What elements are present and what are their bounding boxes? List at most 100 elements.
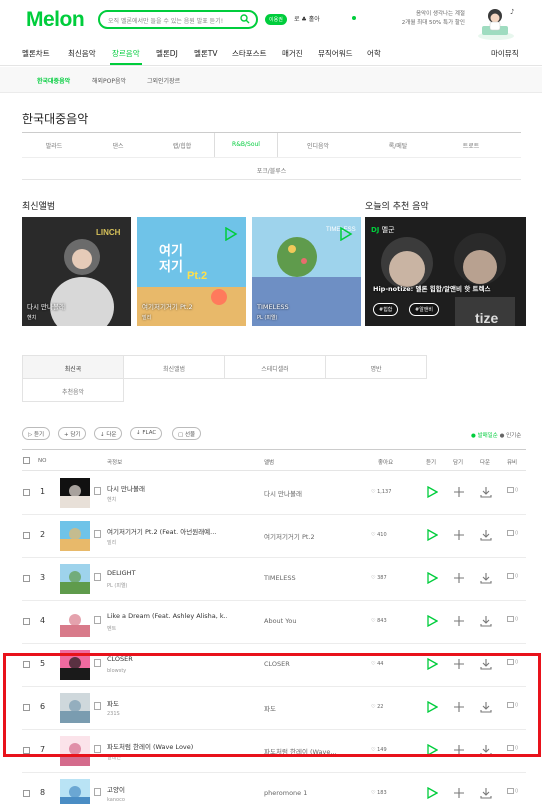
music-video-button[interactable]: 0: [507, 573, 518, 580]
tab-classic-albums[interactable]: 명반: [325, 355, 427, 379]
music-video-button[interactable]: 0: [507, 530, 518, 537]
row-checkbox[interactable]: [23, 618, 30, 625]
download-icon[interactable]: [480, 529, 492, 541]
row-checkbox[interactable]: [23, 575, 30, 582]
add-button[interactable]: + 담기: [58, 427, 87, 440]
like-button[interactable]: ♡ 183: [371, 790, 387, 796]
nav-starpost[interactable]: 스타포스트: [232, 48, 267, 59]
like-button[interactable]: ♡ 843: [371, 618, 387, 624]
artist-name[interactable]: 벤트: [107, 625, 116, 632]
search-input[interactable]: 오직 멜론에서만 들을 수 있는 음원 발표 듣기!: [98, 10, 258, 29]
music-video-button[interactable]: 0: [507, 616, 518, 623]
song-title[interactable]: 고양이: [107, 784, 227, 794]
tab-indie[interactable]: 인디음악: [278, 133, 358, 157]
nav-my-music[interactable]: 마이뮤직: [491, 48, 519, 59]
table-row[interactable]: 1 다시 만나볼래 헨치 다시 만나볼래 ♡ 1,137 0: [22, 472, 526, 515]
download-button[interactable]: ↓ 다운: [94, 427, 123, 440]
download-icon[interactable]: [480, 787, 492, 799]
play-icon[interactable]: [426, 572, 438, 584]
recommend-card[interactable]: tize DJ 멜군 Hip-notize: 멜론 힙합/알앤비 핫 트렉스 #…: [365, 217, 526, 326]
nav-language[interactable]: 어학: [367, 48, 381, 59]
song-info-icon[interactable]: [94, 573, 101, 581]
select-all-checkbox[interactable]: [23, 457, 30, 464]
nav-genre[interactable]: 장르음악: [110, 48, 142, 65]
melon-logo[interactable]: Melon: [26, 8, 85, 32]
play-icon[interactable]: [339, 227, 353, 241]
tab-latest-albums[interactable]: 최신앨범: [123, 355, 225, 379]
recommend-description[interactable]: Hip-notize: 멜론 힙합/알앤비 핫 트렉스: [373, 283, 490, 293]
nav-chart[interactable]: 멜론차트: [22, 48, 50, 59]
user-menu[interactable]: 로 ♣ 홀아: [294, 14, 320, 23]
artist-name[interactable]: kanoco: [107, 797, 125, 803]
add-to-playlist-icon[interactable]: [453, 787, 465, 799]
nav-dj[interactable]: 멜론DJ: [156, 48, 178, 59]
pass-badge[interactable]: 이용권: [265, 14, 287, 25]
table-row[interactable]: 8 고양이 kanoco pheromone 1 ♡ 183 0: [22, 773, 526, 804]
album-thumbnail[interactable]: [60, 521, 90, 551]
promo-banner-text[interactable]: 음악이 생각나는 계절 2개월 최대 50% 특가 할인: [395, 10, 465, 29]
tab-ballad[interactable]: 발라드: [22, 133, 86, 157]
album-card[interactable]: TIMELESS TIMELESS PL (피엘): [252, 217, 361, 326]
tag-hiphop[interactable]: #힙합: [373, 303, 399, 316]
song-info-icon[interactable]: [94, 487, 101, 495]
tab-trot[interactable]: 트로트: [438, 133, 504, 157]
tab-steady-seller[interactable]: 스테디셀러: [224, 355, 326, 379]
album-thumbnail[interactable]: [60, 779, 90, 804]
album-name[interactable]: TIMELESS: [264, 574, 359, 582]
nav-latest[interactable]: 최신음악: [68, 48, 96, 59]
tab-recommended[interactable]: 추천음악: [22, 378, 124, 402]
listen-button[interactable]: ▷ 듣기: [22, 427, 51, 440]
subnav-korean[interactable]: 한국대중음악: [37, 76, 70, 85]
song-info-icon[interactable]: [94, 530, 101, 538]
nav-music-award[interactable]: 뮤직어워드: [318, 48, 353, 59]
artist-name[interactable]: PL (피엘): [107, 582, 128, 589]
album-card[interactable]: 여기 저기 Pt.2 여기저기거기 Pt.2 빌리: [137, 217, 246, 326]
download-icon[interactable]: [480, 572, 492, 584]
flac-button[interactable]: ↓ FLAC: [130, 427, 163, 440]
add-to-playlist-icon[interactable]: [453, 529, 465, 541]
subnav-pop[interactable]: 해외POP음악: [92, 76, 126, 85]
tab-hiphop[interactable]: 랩/힙합: [150, 133, 214, 157]
subnav-other[interactable]: 그외인기장르: [147, 76, 180, 85]
album-name[interactable]: pheromone 1: [264, 789, 359, 797]
download-icon[interactable]: [480, 615, 492, 627]
sort-release[interactable]: ● 발매일순: [471, 433, 498, 439]
album-card[interactable]: LINCH 다시 만나볼래 헨치: [22, 217, 131, 326]
row-checkbox[interactable]: [23, 532, 30, 539]
nav-tv[interactable]: 멜론TV: [194, 48, 218, 59]
sort-popular[interactable]: ● 인기순: [500, 433, 522, 439]
play-icon[interactable]: [224, 227, 238, 241]
search-icon[interactable]: [240, 14, 250, 24]
play-icon[interactable]: [426, 486, 438, 498]
artist-name[interactable]: 헨치: [107, 496, 116, 503]
song-info-icon[interactable]: [94, 788, 101, 796]
table-row[interactable]: 3 DELIGHT PL (피엘) TIMELESS ♡ 387 0: [22, 558, 526, 601]
album-thumbnail[interactable]: [60, 564, 90, 594]
song-title[interactable]: 다시 만나볼래: [107, 483, 227, 493]
row-checkbox[interactable]: [23, 790, 30, 797]
tab-dance[interactable]: 댄스: [86, 133, 150, 157]
table-row[interactable]: 2 여기저기거기 Pt.2 (Feat. 아넌원래예... 빌리 여기저기거기 …: [22, 515, 526, 558]
tag-rnb[interactable]: #알앤비: [409, 303, 439, 316]
table-row[interactable]: 4 Like a Dream (Feat. Ashley Alisha, k..…: [22, 601, 526, 644]
like-button[interactable]: ♡ 387: [371, 575, 387, 581]
download-icon[interactable]: [480, 486, 492, 498]
gift-button[interactable]: ▢ 선물: [172, 427, 202, 440]
song-title[interactable]: Like a Dream (Feat. Ashley Alisha, k...: [107, 612, 227, 620]
add-to-playlist-icon[interactable]: [453, 486, 465, 498]
artist-name[interactable]: 빌리: [107, 539, 116, 546]
tab-rnb[interactable]: R&B/Soul: [214, 133, 278, 157]
play-icon[interactable]: [426, 615, 438, 627]
nav-magazine[interactable]: 매거진: [282, 48, 303, 59]
music-video-button[interactable]: 0: [507, 788, 518, 795]
tab-folk[interactable]: 포크/블루스: [22, 157, 521, 181]
song-info-icon[interactable]: [94, 616, 101, 624]
add-to-playlist-icon[interactable]: [453, 615, 465, 627]
song-title[interactable]: DELIGHT: [107, 569, 227, 577]
album-thumbnail[interactable]: [60, 478, 90, 508]
tab-latest-songs[interactable]: 최신곡: [22, 355, 124, 379]
row-checkbox[interactable]: [23, 489, 30, 496]
promo-illustration[interactable]: ♪: [470, 2, 520, 42]
album-name[interactable]: 여기저기거기 Pt.2: [264, 531, 359, 541]
album-name[interactable]: About You: [264, 617, 359, 625]
